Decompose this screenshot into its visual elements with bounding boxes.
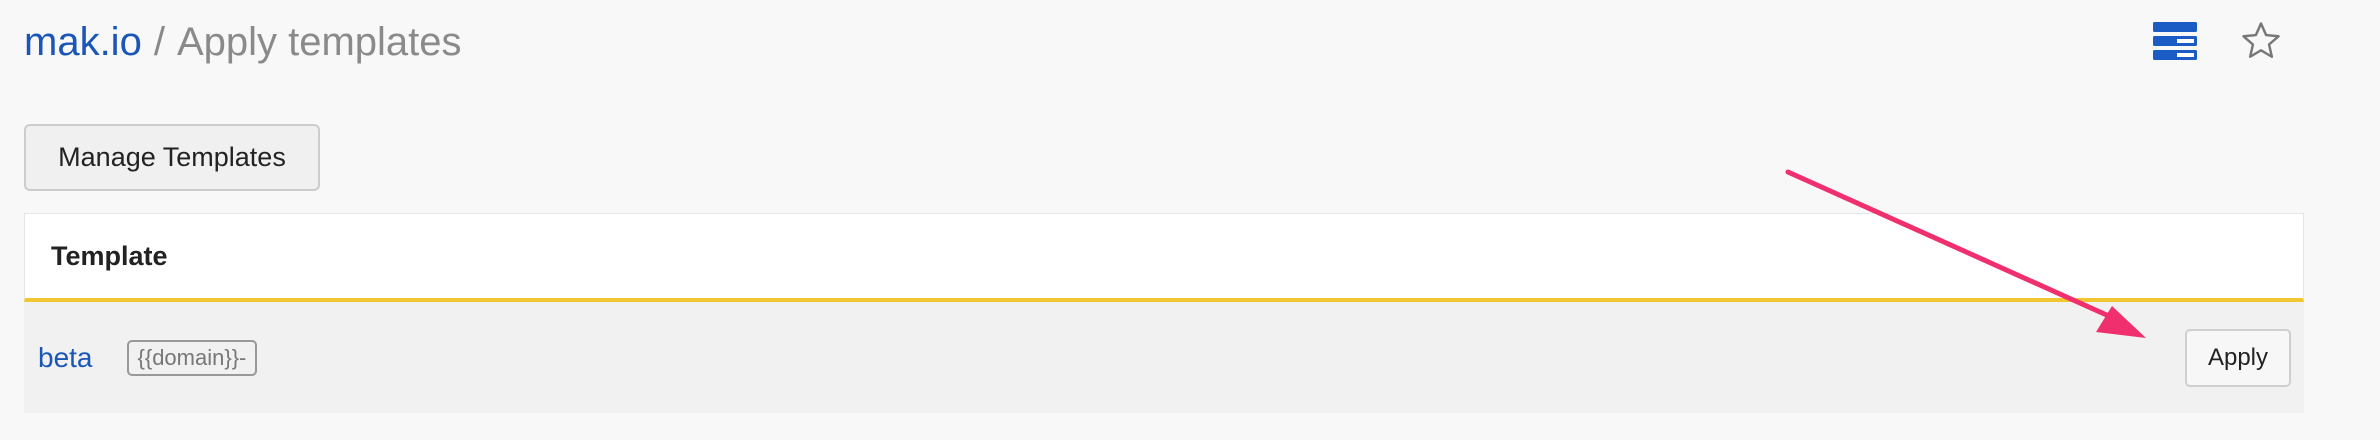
breadcrumb-separator: /: [153, 20, 165, 64]
breadcrumb: mak.io / Apply templates: [24, 14, 462, 70]
template-tag-badge: {{domain}}-: [126, 339, 258, 376]
page-title: Apply templates: [176, 20, 462, 64]
table-row: beta {{domain}}- Apply: [24, 302, 2304, 413]
table-header: Template: [24, 213, 2304, 302]
templates-table: Template beta {{domain}}- Apply: [24, 213, 2304, 413]
star-icon[interactable]: [2240, 20, 2282, 62]
stacked-layout-icon[interactable]: [2153, 22, 2197, 60]
template-name-link[interactable]: beta: [38, 342, 93, 374]
apply-button[interactable]: Apply: [2185, 329, 2291, 387]
manage-templates-button[interactable]: Manage Templates: [24, 124, 320, 191]
column-header-template: Template: [51, 240, 168, 271]
breadcrumb-site-link[interactable]: mak.io: [24, 20, 142, 64]
